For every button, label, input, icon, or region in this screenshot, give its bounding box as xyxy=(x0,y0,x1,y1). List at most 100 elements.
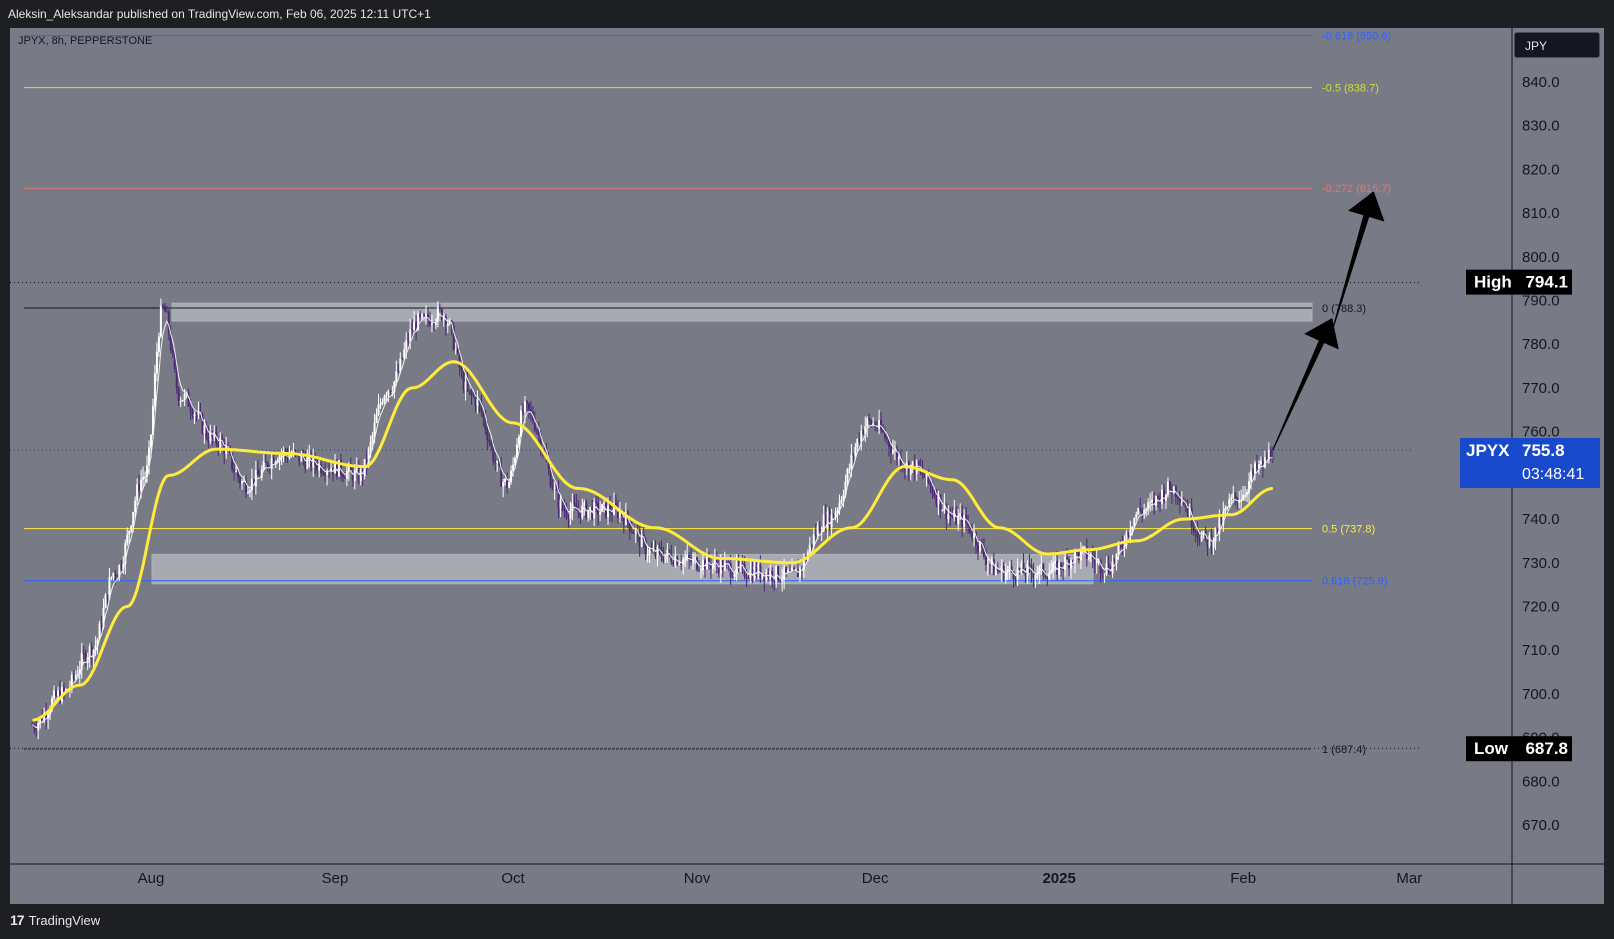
fib-label: 0 (788.3) xyxy=(1322,303,1366,315)
x-tick-label: Nov xyxy=(684,870,711,887)
candle-body xyxy=(1265,457,1268,460)
candle-body xyxy=(486,429,489,440)
y-tick-label: 840.0 xyxy=(1522,74,1560,91)
candle-body xyxy=(397,371,400,373)
candle-body xyxy=(430,323,433,326)
candle-body xyxy=(1101,573,1104,575)
candle-body xyxy=(72,675,75,679)
candle-body xyxy=(551,486,554,490)
candle-body xyxy=(425,314,428,316)
candle-body xyxy=(929,482,932,487)
candle-body xyxy=(971,532,974,538)
candle-body xyxy=(1252,471,1255,474)
candle-body xyxy=(599,511,602,515)
candle-body xyxy=(324,473,327,476)
candle-body xyxy=(490,442,493,446)
candle-body xyxy=(1180,501,1183,503)
candle-body xyxy=(195,413,198,415)
candle-body xyxy=(935,496,938,505)
y-tick-label: 810.0 xyxy=(1522,205,1560,222)
candle-body xyxy=(1046,577,1049,580)
candle-body xyxy=(383,396,386,403)
candle-body xyxy=(1028,563,1031,566)
candle-body xyxy=(140,479,143,492)
candle-body xyxy=(385,394,388,397)
candle-body xyxy=(947,514,950,520)
price-chart[interactable]: -0.618 (850.6) -0.5 (838.7) -0.272 (815.7)… xyxy=(0,0,1614,939)
candle-body xyxy=(423,314,426,316)
candle-body xyxy=(1168,481,1171,490)
candle-body xyxy=(854,447,857,456)
candle-body xyxy=(1198,537,1201,542)
candle-body xyxy=(1162,489,1165,501)
fib-label: -0.618 (850.6) xyxy=(1322,31,1391,43)
fib-label: -0.5 (838.7) xyxy=(1322,83,1379,95)
candle-body xyxy=(114,573,117,577)
candle-body xyxy=(563,508,566,512)
candle-body xyxy=(978,542,981,552)
time-axis[interactable]: Aug Sep Oct Nov Dec 2025 Feb Mar xyxy=(138,870,1423,887)
candle-body xyxy=(446,324,449,326)
candle-body xyxy=(1117,544,1120,555)
candle-body xyxy=(850,454,853,469)
low-marker-label: Low xyxy=(1474,739,1509,758)
candle-body xyxy=(1196,531,1199,538)
candle-body xyxy=(454,349,457,351)
candle-body xyxy=(1224,508,1227,512)
candle-body xyxy=(76,674,79,676)
candle-body xyxy=(607,505,610,518)
candle-body xyxy=(559,499,562,509)
fib-label: 1 (687.4) xyxy=(1322,744,1366,756)
candle-body xyxy=(1024,572,1027,576)
candle-body xyxy=(656,546,659,557)
tradingview-logo[interactable]: 17 TradingView xyxy=(10,912,100,928)
candle-body xyxy=(1070,560,1072,569)
candle-body xyxy=(814,534,817,536)
candle-body xyxy=(343,477,346,479)
candle-body xyxy=(375,414,378,423)
candle-body xyxy=(1066,557,1069,560)
candle-body xyxy=(74,675,77,679)
candle-body xyxy=(755,566,758,576)
candle-body xyxy=(409,328,412,342)
fib-label: 0.618 (725.9) xyxy=(1322,576,1387,588)
candle-body xyxy=(1083,546,1086,548)
candle-body xyxy=(476,398,479,406)
candle-body xyxy=(142,477,145,480)
candles xyxy=(31,298,1274,740)
candle-body xyxy=(777,566,780,581)
candle-body xyxy=(931,486,934,494)
candle-body xyxy=(1109,571,1112,574)
candle-body xyxy=(233,469,236,472)
candle-body xyxy=(1139,508,1142,511)
candle-body xyxy=(662,556,665,562)
candle-body xyxy=(796,569,799,577)
currency-selector[interactable]: JPY xyxy=(1514,32,1600,58)
candle-body xyxy=(189,406,192,412)
candle-body xyxy=(1214,527,1217,542)
candle-body xyxy=(733,574,736,577)
candle-body xyxy=(810,544,813,547)
candle-body xyxy=(826,511,829,528)
candle-body xyxy=(411,328,414,331)
candle-body xyxy=(294,450,297,453)
candle-body xyxy=(474,396,477,406)
candle-body xyxy=(1269,449,1272,458)
candle-body xyxy=(508,482,511,488)
candle-body xyxy=(82,652,85,654)
candle-body xyxy=(466,381,469,391)
fibonacci-levels: -0.618 (850.6) -0.5 (838.7) -0.272 (815.7)… xyxy=(24,31,1391,756)
candle-body xyxy=(1004,571,1007,580)
candle-body xyxy=(1087,557,1090,559)
price-zone xyxy=(171,302,1313,322)
candle-body xyxy=(783,566,786,580)
candle-body xyxy=(700,569,703,571)
symbol-legend[interactable]: JPYX, 8h, PEPPERSTONE xyxy=(18,35,152,47)
candle-body xyxy=(130,525,133,531)
candle-body xyxy=(1141,510,1144,514)
candle-body xyxy=(553,487,556,490)
candle-body xyxy=(773,580,776,582)
candle-body xyxy=(1212,541,1215,548)
candle-body xyxy=(731,576,734,578)
candle-body xyxy=(1036,573,1039,576)
